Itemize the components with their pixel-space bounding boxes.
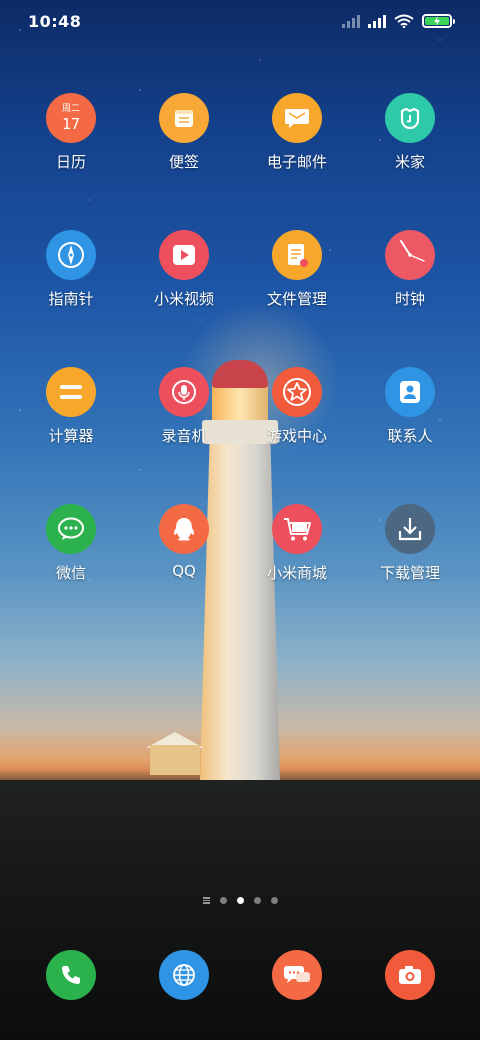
app-compass[interactable]: 指南针: [21, 230, 121, 309]
notes-icon: [159, 93, 209, 143]
app-files[interactable]: 文件管理: [247, 230, 347, 309]
contact-icon: [385, 367, 435, 417]
app-label: 录音机: [161, 427, 207, 445]
calendar-icon: 周二 17: [46, 93, 96, 143]
app-label: 电子邮件: [266, 153, 327, 171]
app-calculator[interactable]: 计算器: [21, 367, 121, 446]
app-label: 微信: [55, 564, 86, 582]
app-recorder[interactable]: 录音机: [134, 367, 234, 446]
clock-icon: [385, 230, 435, 280]
battery-charging-icon: [422, 14, 455, 28]
page-indicator: [0, 897, 480, 904]
app-qq[interactable]: QQ: [134, 504, 234, 580]
status-bar: 10:48: [0, 0, 480, 42]
app-label: 文件管理: [266, 290, 327, 308]
star-icon: [272, 367, 322, 417]
calendar-weekday: 周二: [61, 103, 80, 114]
wechat-icon: [46, 504, 96, 554]
app-label: 指南针: [48, 290, 94, 308]
page-dot[interactable]: [253, 897, 261, 904]
app-downloads[interactable]: 下载管理: [360, 504, 460, 583]
app-label: 计算器: [48, 427, 94, 445]
microphone-icon: [159, 367, 209, 417]
wallpaper-hill: [0, 780, 480, 1040]
calculator-icon: [46, 367, 96, 417]
app-wechat[interactable]: 微信: [21, 504, 121, 583]
qq-icon: [159, 504, 209, 554]
app-gamecenter[interactable]: 游戏中心: [247, 367, 347, 446]
app-clock[interactable]: 时钟: [360, 230, 460, 309]
status-time: 10:48: [28, 11, 82, 31]
app-calendar[interactable]: 周二 17 日历: [21, 93, 121, 172]
compass-icon: [46, 230, 96, 280]
app-notes[interactable]: 便签: [134, 93, 234, 172]
mail-icon: [272, 93, 322, 143]
page-dot[interactable]: [270, 897, 278, 904]
camera-icon: [385, 950, 435, 1000]
cart-icon: [272, 504, 322, 554]
app-label: 小米商城: [266, 564, 327, 582]
page-dot-active[interactable]: [236, 897, 244, 904]
app-mivideo[interactable]: 小米视频: [134, 230, 234, 309]
phone-icon: [46, 950, 96, 1000]
page-dot[interactable]: [219, 897, 227, 904]
dock-phone[interactable]: [21, 950, 121, 1000]
app-label: 日历: [55, 153, 86, 171]
dock-camera[interactable]: [360, 950, 460, 1000]
app-label: 米家: [394, 153, 425, 171]
app-email[interactable]: 电子邮件: [247, 93, 347, 172]
app-label: 游戏中心: [266, 427, 327, 445]
dock-browser[interactable]: [134, 950, 234, 1000]
app-mishop[interactable]: 小米商城: [247, 504, 347, 583]
app-label: 联系人: [387, 427, 433, 445]
calendar-day: 17: [61, 114, 81, 133]
app-label: 下载管理: [379, 564, 440, 582]
page-indicator-menu-icon[interactable]: [202, 897, 210, 904]
app-contacts[interactable]: 联系人: [360, 367, 460, 446]
mijia-icon: [385, 93, 435, 143]
signal-icon: [368, 14, 386, 28]
message-icon: [272, 950, 322, 1000]
dock-messages[interactable]: [247, 950, 347, 1000]
app-mijia[interactable]: 米家: [360, 93, 460, 172]
globe-icon: [159, 950, 209, 1000]
app-label: 时钟: [394, 290, 425, 308]
file-icon: [272, 230, 322, 280]
app-label: 小米视频: [153, 290, 214, 308]
signal-off-icon: [342, 14, 360, 28]
app-label: 便签: [168, 153, 199, 171]
wifi-icon: [394, 14, 414, 28]
download-icon: [385, 504, 435, 554]
app-label: QQ: [172, 562, 196, 580]
play-icon: [159, 230, 209, 280]
